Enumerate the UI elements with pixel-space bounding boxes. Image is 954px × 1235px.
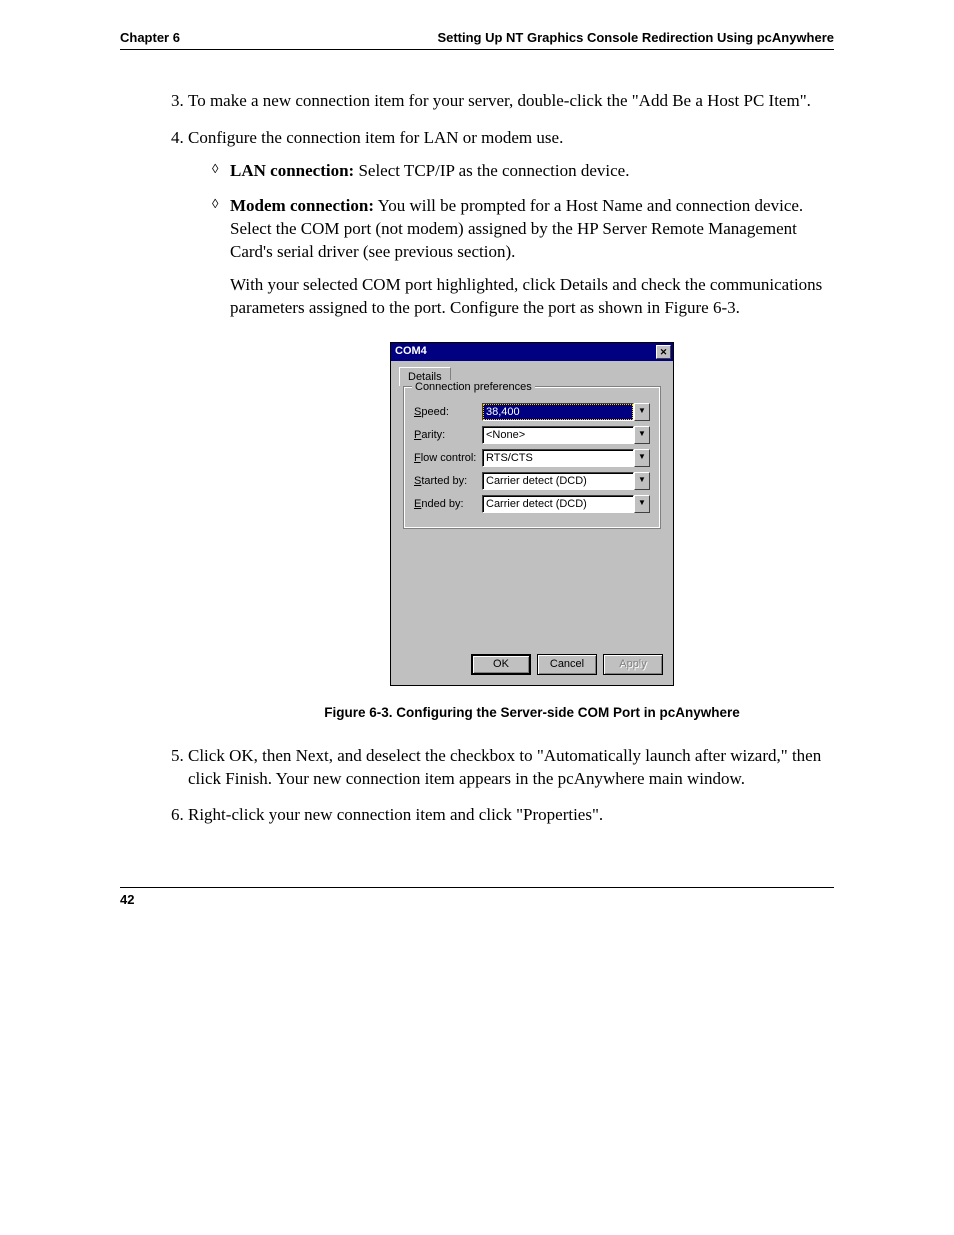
- ended-combo[interactable]: Carrier detect (DCD) ▼: [482, 495, 650, 513]
- com4-dialog: COM4 ✕ Details Connection preferences: [390, 342, 674, 687]
- list-item-6: Right-click your new connection item and…: [188, 804, 834, 827]
- started-combo[interactable]: Carrier detect (DCD) ▼: [482, 472, 650, 490]
- dialog-spacer: [391, 539, 673, 654]
- started-row: Started by: Carrier detect (DCD) ▼: [414, 472, 650, 490]
- chevron-down-icon[interactable]: ▼: [634, 449, 650, 467]
- connection-preferences-group: Connection preferences Speed: 38,400 ▼: [403, 386, 661, 529]
- page-number: 42: [120, 892, 134, 907]
- close-icon[interactable]: ✕: [656, 345, 671, 359]
- flow-value[interactable]: RTS/CTS: [482, 449, 634, 467]
- page-header: Chapter 6 Setting Up NT Graphics Console…: [120, 30, 834, 50]
- dialog-title: COM4: [395, 344, 427, 359]
- list-item-3: To make a new connection item for your s…: [188, 90, 834, 113]
- dialog-button-row: OK Cancel Apply: [391, 654, 673, 685]
- dialog-titlebar: COM4 ✕: [391, 343, 673, 361]
- cancel-button[interactable]: Cancel: [537, 654, 597, 675]
- ok-button[interactable]: OK: [471, 654, 531, 675]
- parity-row: Parity: <None> ▼: [414, 426, 650, 444]
- ended-label: Ended by:: [414, 497, 482, 512]
- modem-para2: With your selected COM port highlighted,…: [230, 274, 834, 320]
- item5-text: Click OK, then Next, and deselect the ch…: [188, 746, 821, 788]
- ended-row: Ended by: Carrier detect (DCD) ▼: [414, 495, 650, 513]
- ended-value[interactable]: Carrier detect (DCD): [482, 495, 634, 513]
- started-value[interactable]: Carrier detect (DCD): [482, 472, 634, 490]
- started-label: Started by:: [414, 474, 482, 489]
- parity-label: Parity:: [414, 428, 482, 443]
- header-left: Chapter 6: [120, 30, 180, 45]
- figure-wrap: COM4 ✕ Details Connection preferences: [230, 342, 834, 687]
- parity-value[interactable]: <None>: [482, 426, 634, 444]
- header-right: Setting Up NT Graphics Console Redirecti…: [437, 30, 834, 45]
- chevron-down-icon[interactable]: ▼: [634, 426, 650, 444]
- flow-row: Flow control: RTS/CTS ▼: [414, 449, 650, 467]
- list-item-4: Configure the connection item for LAN or…: [188, 127, 834, 723]
- flow-label: Flow control:: [414, 451, 482, 466]
- flow-combo[interactable]: RTS/CTS ▼: [482, 449, 650, 467]
- item3-text: To make a new connection item for your s…: [188, 91, 811, 110]
- speed-label: Speed:: [414, 405, 482, 420]
- sub-item-lan: LAN connection: Select TCP/IP as the con…: [212, 160, 834, 183]
- item6-text: Right-click your new connection item and…: [188, 805, 603, 824]
- parity-combo[interactable]: <None> ▼: [482, 426, 650, 444]
- figure-caption: Figure 6-3. Configuring the Server-side …: [230, 704, 834, 722]
- speed-row: Speed: 38,400 ▼: [414, 403, 650, 421]
- modem-label: Modem connection:: [230, 196, 374, 215]
- instruction-list: To make a new connection item for your s…: [160, 90, 834, 827]
- list-item-5: Click OK, then Next, and deselect the ch…: [188, 745, 834, 791]
- sub-list: LAN connection: Select TCP/IP as the con…: [188, 160, 834, 723]
- chevron-down-icon[interactable]: ▼: [634, 495, 650, 513]
- speed-value[interactable]: 38,400: [482, 403, 634, 421]
- lan-label: LAN connection:: [230, 161, 354, 180]
- speed-combo[interactable]: 38,400 ▼: [482, 403, 650, 421]
- apply-button: Apply: [603, 654, 663, 675]
- item4-text: Configure the connection item for LAN or…: [188, 128, 563, 147]
- page-footer: 42: [120, 887, 834, 907]
- lan-text: Select TCP/IP as the connection device.: [354, 161, 629, 180]
- sub-item-modem: Modem connection: You will be prompted f…: [212, 195, 834, 723]
- group-label: Connection preferences: [412, 380, 535, 395]
- chevron-down-icon[interactable]: ▼: [634, 403, 650, 421]
- chevron-down-icon[interactable]: ▼: [634, 472, 650, 490]
- document-page: Chapter 6 Setting Up NT Graphics Console…: [0, 0, 954, 967]
- body-content: To make a new connection item for your s…: [160, 90, 834, 827]
